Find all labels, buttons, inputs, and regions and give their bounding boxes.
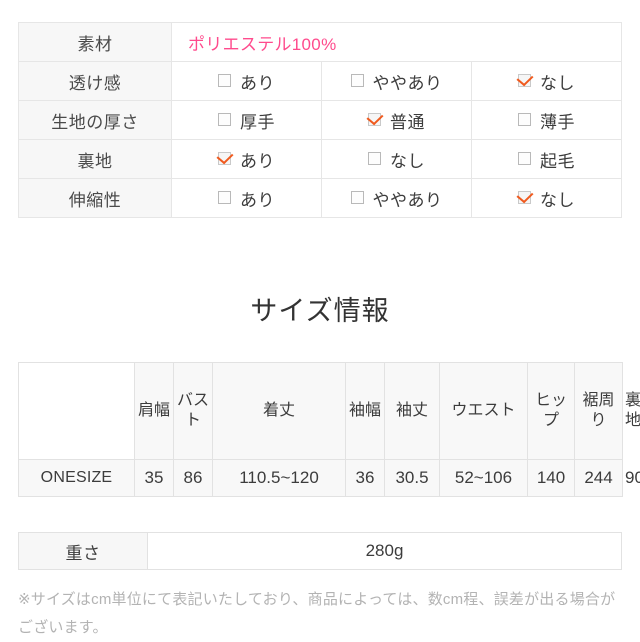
size-header-shoulder: 肩幅 (134, 362, 174, 460)
product-spec-page: 素材 ポリエステル100% 透け感 あり ややあり なし 生地の厚さ 厚手 普通… (0, 0, 640, 640)
checkbox-unchecked-icon[interactable] (518, 112, 531, 126)
option-cell-sheerness-ari[interactable]: あり (171, 61, 322, 101)
size-header-bust: バスト (173, 362, 213, 460)
checkbox-checked-icon[interactable] (368, 112, 381, 126)
weight-label: 重さ (18, 532, 148, 570)
option-cell-lining-nashi[interactable]: なし (321, 139, 472, 179)
size-disclaimer-note: ※サイズはcm単位にて表記いたしており、商品によっては、数cm程、誤差が出る場合… (18, 591, 616, 636)
size-header-hem: 裾周り (574, 362, 623, 460)
size-table-header-row: 肩幅 バスト 着丈 袖幅 袖丈 ウエスト ヒップ 裾周り 裏地 (18, 362, 640, 460)
option-label: あり (240, 151, 275, 171)
size-value-sleeve-width: 36 (345, 459, 385, 497)
checkbox-unchecked-icon[interactable] (350, 73, 364, 87)
table-row: 伸縮性 あり ややあり なし (18, 178, 622, 218)
size-value-shoulder: 35 (134, 459, 174, 497)
page-title: サイズ情報 (250, 296, 390, 326)
weight-value: 280g (147, 532, 622, 570)
checkbox-unchecked-icon[interactable] (218, 112, 231, 126)
table-row: 透け感 あり ややあり なし (18, 61, 622, 101)
checkbox-checked-icon[interactable] (518, 190, 531, 204)
option-label: あり (240, 190, 275, 210)
option-label: 普通 (390, 112, 425, 132)
spec-row-label-thickness: 生地の厚さ (18, 100, 172, 140)
option-label: 起毛 (540, 151, 575, 171)
table-row: ONESIZE 35 86 110.5~120 36 30.5 52~106 1… (18, 459, 640, 497)
option-label: ややあり (372, 190, 443, 210)
spec-row-label-material: 素材 (18, 22, 172, 62)
size-header-corner (18, 362, 135, 460)
fabric-spec-table: 素材 ポリエステル100% 透け感 あり ややあり なし 生地の厚さ 厚手 普通… (18, 22, 622, 218)
size-header-waist: ウエスト (439, 362, 528, 460)
option-cell-stretch-ari[interactable]: あり (171, 178, 322, 218)
option-label: あり (240, 73, 275, 93)
option-label: なし (540, 190, 575, 210)
weight-table: 重さ 280g (18, 532, 622, 570)
spec-row-label-lining: 裏地 (18, 139, 172, 179)
option-label: 薄手 (540, 112, 575, 132)
size-header-hip: ヒップ (527, 362, 575, 460)
option-cell-sheerness-yaya-ari[interactable]: ややあり (321, 61, 472, 101)
size-header-sleeve-width: 袖幅 (345, 362, 385, 460)
table-row: 裏地 あり なし 起毛 (18, 139, 622, 179)
size-value-hem: 244 (574, 459, 623, 497)
option-label: なし (390, 151, 425, 171)
size-header-sleeve-length: 袖丈 (384, 362, 440, 460)
spec-row-label-sheerness: 透け感 (18, 61, 172, 101)
size-value-waist: 52~106 (439, 459, 528, 497)
option-cell-stretch-nashi[interactable]: なし (471, 178, 622, 218)
option-cell-lining-ari[interactable]: あり (171, 139, 322, 179)
size-value-bust: 86 (173, 459, 213, 497)
option-cell-stretch-yaya-ari[interactable]: ややあり (321, 178, 472, 218)
option-label: ややあり (372, 73, 443, 93)
spec-row-label-stretch: 伸縮性 (18, 178, 172, 218)
option-cell-thickness-usude[interactable]: 薄手 (471, 100, 622, 140)
table-row: 素材 ポリエステル100% (18, 22, 622, 62)
size-value-length: 110.5~120 (212, 459, 346, 497)
size-value-hip: 140 (527, 459, 575, 497)
size-header-length: 着丈 (212, 362, 346, 460)
table-row: 重さ 280g (18, 532, 622, 570)
table-row: 生地の厚さ 厚手 普通 薄手 (18, 100, 622, 140)
checkbox-unchecked-icon[interactable] (218, 73, 231, 87)
option-cell-sheerness-nashi[interactable]: なし (471, 61, 622, 101)
option-cell-lining-kimo[interactable]: 起毛 (471, 139, 622, 179)
checkbox-unchecked-icon[interactable] (218, 190, 231, 204)
option-cell-thickness-atsude[interactable]: 厚手 (171, 100, 322, 140)
size-value-sleeve-length: 30.5 (384, 459, 440, 497)
checkbox-checked-icon[interactable] (518, 73, 531, 87)
size-info-table: 肩幅 バスト 着丈 袖幅 袖丈 ウエスト ヒップ 裾周り 裏地 ONESIZE … (18, 362, 640, 497)
checkbox-checked-icon[interactable] (218, 151, 231, 165)
option-label: 厚手 (240, 112, 275, 132)
checkbox-unchecked-icon[interactable] (368, 151, 381, 165)
size-row-name: ONESIZE (18, 459, 135, 497)
checkbox-unchecked-icon[interactable] (518, 151, 531, 165)
option-label: なし (540, 73, 575, 93)
option-cell-thickness-futsuu[interactable]: 普通 (321, 100, 472, 140)
spec-value-material: ポリエステル100% (171, 22, 622, 62)
checkbox-unchecked-icon[interactable] (350, 190, 364, 204)
